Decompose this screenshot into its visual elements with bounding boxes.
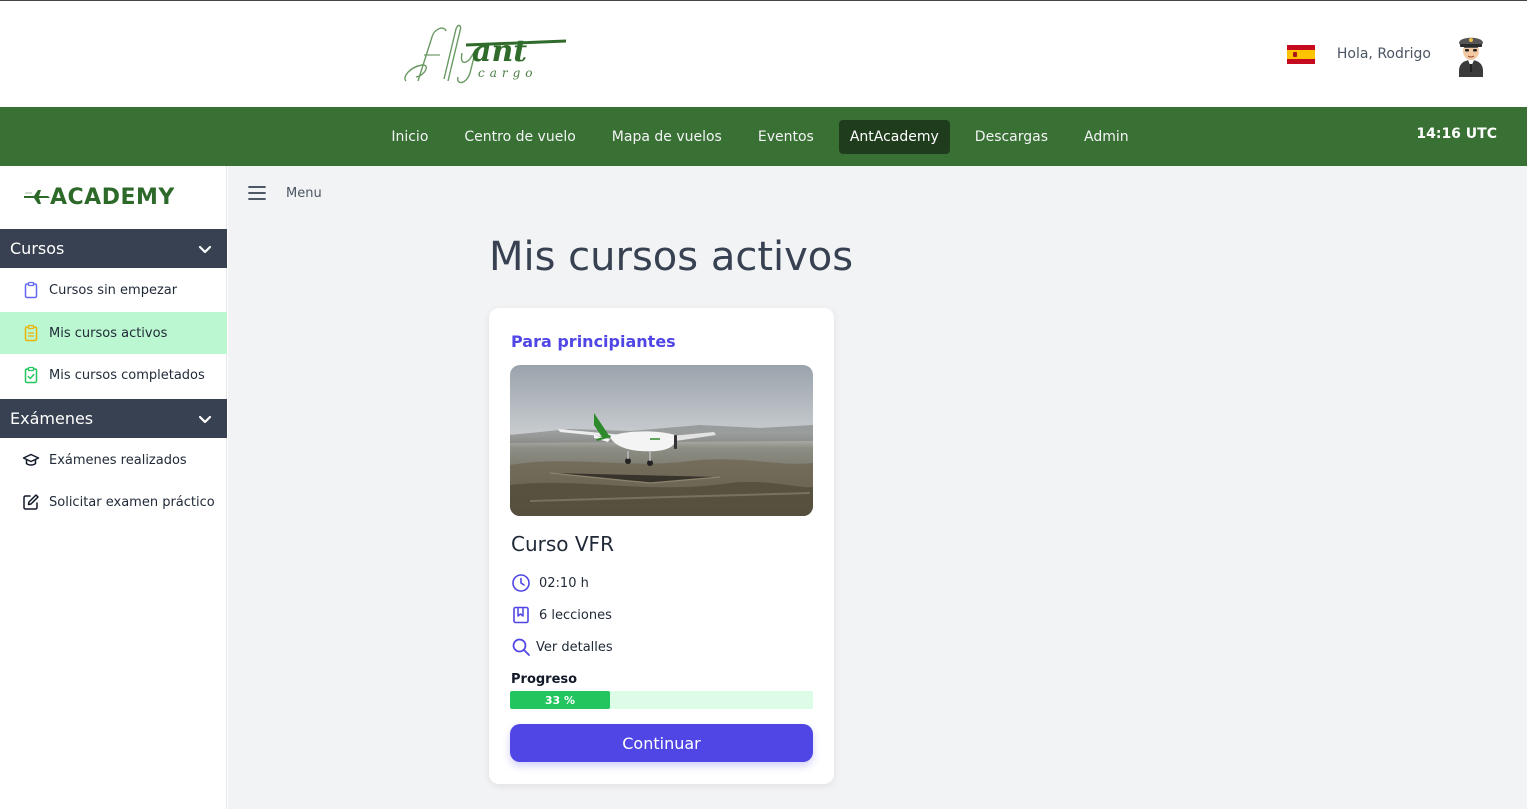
main-navbar: Inicio Centro de vuelo Mapa de vuelos Ev… [0,107,1527,166]
section-title-cursos: Cursos [10,239,65,258]
chevron-down-icon [197,411,213,427]
nav-item-inicio[interactable]: Inicio [380,120,439,154]
section-title-examenes: Exámenes [10,409,94,428]
course-image [510,365,813,516]
academy-logo-text: ACADEMY [50,184,175,210]
svg-text:ant: ant [472,34,527,69]
sidebar-item-mis-cursos-activos[interactable]: Mis cursos activos [0,312,227,354]
menu-label: Menu [286,185,322,201]
sidebar-item-label: Mis cursos activos [49,325,168,341]
user-area: Hola, Rodrigo [1286,31,1491,77]
view-details-link[interactable]: Ver detalles [511,637,613,657]
course-lessons: 6 lecciones [511,605,612,625]
nav-item-antacademy[interactable]: AntAcademy [838,119,950,154]
nav-items: Inicio Centro de vuelo Mapa de vuelos Ev… [0,107,1527,166]
sidebar-item-cursos-sin-empezar[interactable]: Cursos sin empezar [0,269,227,311]
progress-fill: 33 % [510,691,610,709]
graduation-cap-icon [22,451,40,469]
pilot-avatar-icon[interactable] [1451,31,1491,77]
view-details-label: Ver detalles [536,639,613,655]
academy-logo[interactable]: ACADEMY [24,184,175,210]
clock-icon [512,574,530,592]
chevron-down-icon [197,241,213,257]
course-duration: 02:10 h [511,573,589,593]
clipboard-check-icon [22,366,40,384]
hamburger-icon [248,186,266,200]
user-greeting[interactable]: Hola, Rodrigo [1337,46,1431,62]
sidebar-item-mis-cursos-completados[interactable]: Mis cursos completados [0,354,227,396]
sidebar-item-examenes-realizados[interactable]: Exámenes realizados [0,439,227,481]
sidebar-item-solicitar-examen-practico[interactable]: Solicitar examen práctico [0,481,227,523]
progress-label: Progreso [511,672,578,687]
course-category: Para principiantes [511,332,676,351]
spain-flag-icon[interactable] [1286,44,1315,64]
nav-item-mapa-de-vuelos[interactable]: Mapa de vuelos [601,120,733,154]
section-cursos[interactable]: Cursos [0,229,227,268]
nav-item-admin[interactable]: Admin [1073,120,1140,154]
main-content: Menu Mis cursos activos Para principiant… [228,166,1527,809]
course-duration-text: 02:10 h [539,575,589,591]
logo-sub: cargo [478,66,538,80]
book-icon [513,606,529,624]
utc-clock: 14:16 UTC [1416,126,1497,142]
course-lessons-text: 6 lecciones [539,607,612,623]
section-examenes[interactable]: Exámenes [0,399,227,438]
progress-bar: 33 % [510,691,813,709]
course-title: Curso VFR [511,532,614,556]
clipboard-icon [22,281,40,299]
plane-icon [24,190,50,204]
continue-button[interactable]: Continuar [510,724,813,762]
edit-icon [22,493,40,511]
sidebar-item-label: Solicitar examen práctico [49,494,215,510]
sidebar-item-label: Cursos sin empezar [49,282,178,298]
search-icon [512,638,530,656]
nav-item-eventos[interactable]: Eventos [747,120,825,154]
course-card: Para principiantes Curso VFR 02:10 h 6 l… [489,308,834,784]
clipboard-list-icon [22,324,40,342]
sidebar: ACADEMY Cursos Cursos sin empezar Mis cu… [0,166,227,809]
progress-text: 33 % [544,693,576,707]
flyant-cargo-logo[interactable]: ant cargo [400,19,570,89]
sidebar-item-label: Exámenes realizados [49,452,187,468]
page-title: Mis cursos activos [489,234,854,280]
nav-item-centro-de-vuelo[interactable]: Centro de vuelo [453,120,586,154]
flyant-logo-graphic: ant cargo [404,24,567,84]
menu-toggle[interactable]: Menu [248,185,322,201]
sidebar-item-label: Mis cursos completados [49,367,205,383]
nav-item-descargas[interactable]: Descargas [964,120,1059,154]
header: ant cargo Hola, Rodrigo [0,1,1527,107]
